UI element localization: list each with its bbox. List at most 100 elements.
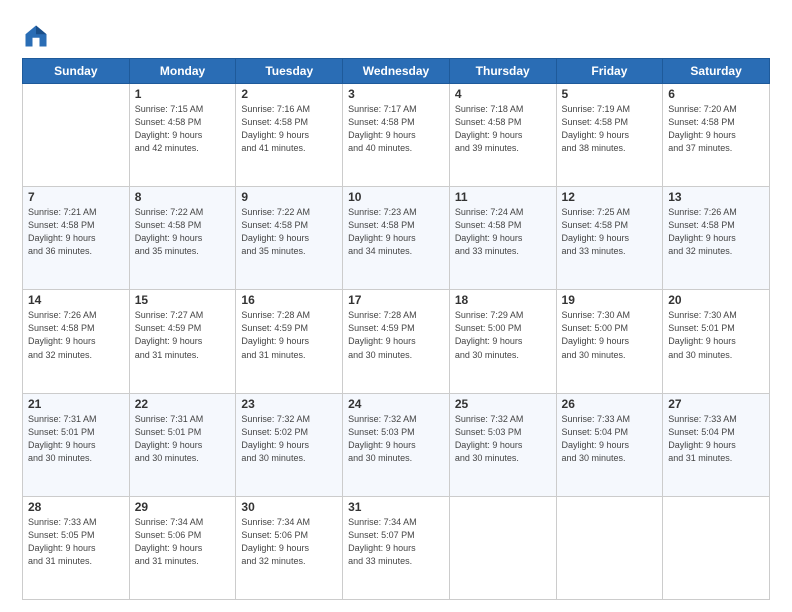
calendar-cell: 30 Sunrise: 7:34 AMSunset: 5:06 PMDayligh… xyxy=(236,496,343,599)
weekday-header-row: SundayMondayTuesdayWednesdayThursdayFrid… xyxy=(23,59,770,84)
day-number: 5 xyxy=(562,87,658,101)
day-number: 29 xyxy=(135,500,231,514)
day-number: 7 xyxy=(28,190,124,204)
calendar-cell xyxy=(663,496,770,599)
day-info: Sunrise: 7:24 AMSunset: 4:58 PMDaylight:… xyxy=(455,206,551,258)
calendar-cell: 7 Sunrise: 7:21 AMSunset: 4:58 PMDaylight… xyxy=(23,187,130,290)
day-info: Sunrise: 7:20 AMSunset: 4:58 PMDaylight:… xyxy=(668,103,764,155)
calendar-cell: 24 Sunrise: 7:32 AMSunset: 5:03 PMDayligh… xyxy=(343,393,450,496)
day-info: Sunrise: 7:16 AMSunset: 4:58 PMDaylight:… xyxy=(241,103,337,155)
day-number: 13 xyxy=(668,190,764,204)
calendar-cell xyxy=(449,496,556,599)
calendar-cell: 9 Sunrise: 7:22 AMSunset: 4:58 PMDaylight… xyxy=(236,187,343,290)
weekday-header-monday: Monday xyxy=(129,59,236,84)
calendar-cell: 18 Sunrise: 7:29 AMSunset: 5:00 PMDayligh… xyxy=(449,290,556,393)
calendar-cell: 10 Sunrise: 7:23 AMSunset: 4:58 PMDayligh… xyxy=(343,187,450,290)
weekday-header-friday: Friday xyxy=(556,59,663,84)
calendar-cell: 15 Sunrise: 7:27 AMSunset: 4:59 PMDayligh… xyxy=(129,290,236,393)
day-info: Sunrise: 7:21 AMSunset: 4:58 PMDaylight:… xyxy=(28,206,124,258)
day-number: 10 xyxy=(348,190,444,204)
day-info: Sunrise: 7:19 AMSunset: 4:58 PMDaylight:… xyxy=(562,103,658,155)
day-number: 27 xyxy=(668,397,764,411)
day-number: 30 xyxy=(241,500,337,514)
day-number: 18 xyxy=(455,293,551,307)
day-info: Sunrise: 7:33 AMSunset: 5:05 PMDaylight:… xyxy=(28,516,124,568)
day-number: 3 xyxy=(348,87,444,101)
calendar-cell: 1Sunrise: 7:15 AMSunset: 4:58 PMDaylight… xyxy=(129,84,236,187)
day-info: Sunrise: 7:27 AMSunset: 4:59 PMDaylight:… xyxy=(135,309,231,361)
header xyxy=(22,18,770,50)
calendar-week-row: 28Sunrise: 7:33 AMSunset: 5:05 PMDayligh… xyxy=(23,496,770,599)
page: SundayMondayTuesdayWednesdayThursdayFrid… xyxy=(0,0,792,612)
day-info: Sunrise: 7:33 AMSunset: 5:04 PMDaylight:… xyxy=(562,413,658,465)
calendar-table: SundayMondayTuesdayWednesdayThursdayFrid… xyxy=(22,58,770,600)
weekday-header-saturday: Saturday xyxy=(663,59,770,84)
calendar-cell: 23 Sunrise: 7:32 AMSunset: 5:02 PMDayligh… xyxy=(236,393,343,496)
weekday-header-thursday: Thursday xyxy=(449,59,556,84)
calendar-cell xyxy=(556,496,663,599)
day-info: Sunrise: 7:23 AMSunset: 4:58 PMDaylight:… xyxy=(348,206,444,258)
day-info: Sunrise: 7:30 AMSunset: 5:00 PMDaylight:… xyxy=(562,309,658,361)
calendar-cell: 12 Sunrise: 7:25 AMSunset: 4:58 PMDayligh… xyxy=(556,187,663,290)
calendar-cell: 20Sunrise: 7:30 AMSunset: 5:01 PMDayligh… xyxy=(663,290,770,393)
day-number: 22 xyxy=(135,397,231,411)
calendar-cell: 3 Sunrise: 7:17 AMSunset: 4:58 PMDaylight… xyxy=(343,84,450,187)
day-number: 4 xyxy=(455,87,551,101)
weekday-header-sunday: Sunday xyxy=(23,59,130,84)
calendar-cell: 26 Sunrise: 7:33 AMSunset: 5:04 PMDayligh… xyxy=(556,393,663,496)
calendar-cell xyxy=(23,84,130,187)
day-info: Sunrise: 7:18 AMSunset: 4:58 PMDaylight:… xyxy=(455,103,551,155)
day-info: Sunrise: 7:31 AMSunset: 5:01 PMDaylight:… xyxy=(28,413,124,465)
day-info: Sunrise: 7:30 AMSunset: 5:01 PMDaylight:… xyxy=(668,309,764,361)
logo xyxy=(22,22,54,50)
calendar-cell: 2 Sunrise: 7:16 AMSunset: 4:58 PMDaylight… xyxy=(236,84,343,187)
calendar-week-row: 21 Sunrise: 7:31 AMSunset: 5:01 PMDayligh… xyxy=(23,393,770,496)
calendar-cell: 14Sunrise: 7:26 AMSunset: 4:58 PMDayligh… xyxy=(23,290,130,393)
day-number: 15 xyxy=(135,293,231,307)
day-info: Sunrise: 7:32 AMSunset: 5:03 PMDaylight:… xyxy=(348,413,444,465)
day-number: 26 xyxy=(562,397,658,411)
day-info: Sunrise: 7:33 AMSunset: 5:04 PMDaylight:… xyxy=(668,413,764,465)
day-info: Sunrise: 7:32 AMSunset: 5:02 PMDaylight:… xyxy=(241,413,337,465)
calendar-cell: 6 Sunrise: 7:20 AMSunset: 4:58 PMDaylight… xyxy=(663,84,770,187)
day-info: Sunrise: 7:32 AMSunset: 5:03 PMDaylight:… xyxy=(455,413,551,465)
day-number: 21 xyxy=(28,397,124,411)
day-number: 11 xyxy=(455,190,551,204)
logo-icon xyxy=(22,22,50,50)
calendar-week-row: 14Sunrise: 7:26 AMSunset: 4:58 PMDayligh… xyxy=(23,290,770,393)
day-number: 12 xyxy=(562,190,658,204)
day-number: 8 xyxy=(135,190,231,204)
day-number: 17 xyxy=(348,293,444,307)
day-info: Sunrise: 7:34 AMSunset: 5:06 PMDaylight:… xyxy=(241,516,337,568)
calendar-cell: 21 Sunrise: 7:31 AMSunset: 5:01 PMDayligh… xyxy=(23,393,130,496)
calendar-cell: 22 Sunrise: 7:31 AMSunset: 5:01 PMDayligh… xyxy=(129,393,236,496)
day-number: 9 xyxy=(241,190,337,204)
day-number: 24 xyxy=(348,397,444,411)
calendar-cell: 16Sunrise: 7:28 AMSunset: 4:59 PMDayligh… xyxy=(236,290,343,393)
day-info: Sunrise: 7:28 AMSunset: 4:59 PMDaylight:… xyxy=(348,309,444,361)
day-info: Sunrise: 7:25 AMSunset: 4:58 PMDaylight:… xyxy=(562,206,658,258)
day-info: Sunrise: 7:26 AMSunset: 4:58 PMDaylight:… xyxy=(28,309,124,361)
day-info: Sunrise: 7:26 AMSunset: 4:58 PMDaylight:… xyxy=(668,206,764,258)
day-number: 6 xyxy=(668,87,764,101)
weekday-header-wednesday: Wednesday xyxy=(343,59,450,84)
day-number: 23 xyxy=(241,397,337,411)
calendar-cell: 25 Sunrise: 7:32 AMSunset: 5:03 PMDayligh… xyxy=(449,393,556,496)
calendar-cell: 31Sunrise: 7:34 AMSunset: 5:07 PMDayligh… xyxy=(343,496,450,599)
day-info: Sunrise: 7:31 AMSunset: 5:01 PMDaylight:… xyxy=(135,413,231,465)
day-info: Sunrise: 7:29 AMSunset: 5:00 PMDaylight:… xyxy=(455,309,551,361)
day-info: Sunrise: 7:22 AMSunset: 4:58 PMDaylight:… xyxy=(241,206,337,258)
day-number: 1 xyxy=(135,87,231,101)
calendar-cell: 4 Sunrise: 7:18 AMSunset: 4:58 PMDaylight… xyxy=(449,84,556,187)
calendar-cell: 5 Sunrise: 7:19 AMSunset: 4:58 PMDaylight… xyxy=(556,84,663,187)
day-number: 2 xyxy=(241,87,337,101)
calendar-cell: 19 Sunrise: 7:30 AMSunset: 5:00 PMDayligh… xyxy=(556,290,663,393)
calendar-cell: 13 Sunrise: 7:26 AMSunset: 4:58 PMDayligh… xyxy=(663,187,770,290)
calendar-cell: 17 Sunrise: 7:28 AMSunset: 4:59 PMDayligh… xyxy=(343,290,450,393)
day-info: Sunrise: 7:22 AMSunset: 4:58 PMDaylight:… xyxy=(135,206,231,258)
calendar-cell: 11 Sunrise: 7:24 AMSunset: 4:58 PMDayligh… xyxy=(449,187,556,290)
day-info: Sunrise: 7:17 AMSunset: 4:58 PMDaylight:… xyxy=(348,103,444,155)
day-number: 25 xyxy=(455,397,551,411)
day-number: 19 xyxy=(562,293,658,307)
calendar-cell: 8 Sunrise: 7:22 AMSunset: 4:58 PMDaylight… xyxy=(129,187,236,290)
